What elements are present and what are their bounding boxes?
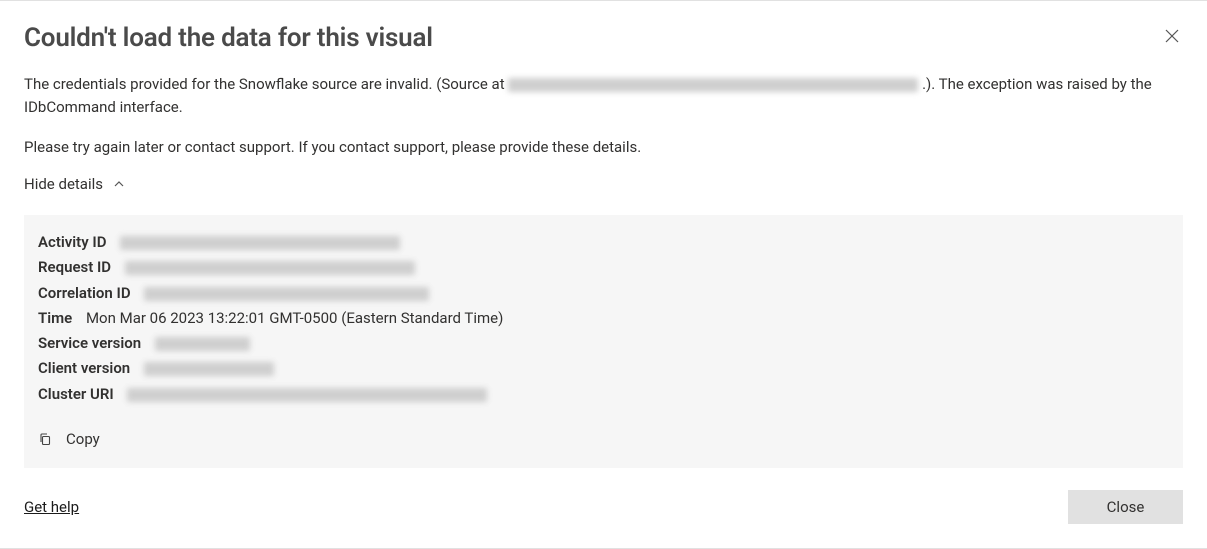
request-id-value [125,261,415,275]
correlation-id-value [144,287,429,301]
dialog-footer: Get help Close [24,490,1183,524]
detail-correlation-id: Correlation ID [38,282,1169,305]
detail-cluster-uri: Cluster URI [38,383,1169,406]
toggle-details[interactable]: Hide details [24,175,125,193]
chevron-up-icon [113,178,125,190]
close-button[interactable]: Close [1068,490,1183,524]
detail-time: Time Mon Mar 06 2023 13:22:01 GMT-0500 (… [38,307,1169,330]
cluster-uri-value [127,388,487,402]
copy-details[interactable]: Copy [38,428,100,451]
get-help-link[interactable]: Get help [24,498,79,516]
error-message-prefix: The credentials provided for the Snowfla… [24,75,508,93]
cluster-uri-label: Cluster URI [38,385,114,403]
correlation-id-label: Correlation ID [38,284,131,302]
time-label: Time [38,309,72,327]
copy-icon [38,432,52,446]
redacted-source [508,78,918,92]
detail-client-version: Client version [38,357,1169,380]
service-version-label: Service version [38,334,141,352]
close-icon[interactable] [1165,29,1179,43]
client-version-value [144,362,274,376]
retry-message: Please try again later or contact suppor… [24,136,1183,159]
copy-label: Copy [66,428,100,451]
service-version-value [155,337,250,351]
activity-id-value [120,236,400,250]
activity-id-label: Activity ID [38,233,106,251]
time-value: Mon Mar 06 2023 13:22:01 GMT-0500 (Easte… [86,309,503,327]
error-message: The credentials provided for the Snowfla… [24,73,1183,120]
details-panel: Activity ID Request ID Correlation ID Ti… [24,215,1183,468]
toggle-details-label: Hide details [24,175,103,193]
detail-service-version: Service version [38,332,1169,355]
client-version-label: Client version [38,359,130,377]
detail-activity-id: Activity ID [38,231,1169,254]
request-id-label: Request ID [38,258,111,276]
error-dialog: Couldn't load the data for this visual T… [0,0,1207,549]
dialog-title: Couldn't load the data for this visual [24,23,1183,53]
detail-request-id: Request ID [38,256,1169,279]
